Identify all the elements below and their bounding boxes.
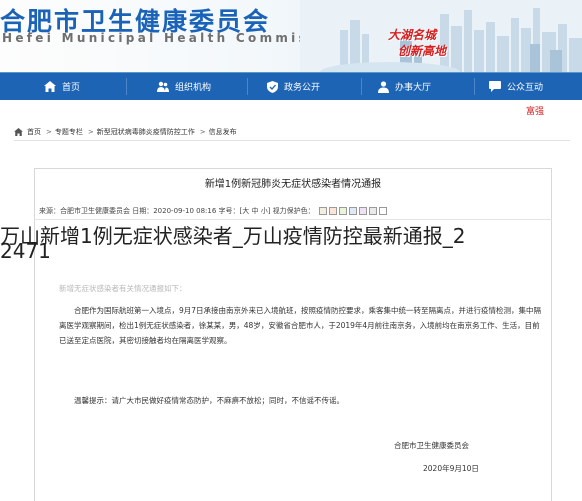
nav-item-public-interaction[interactable]: 公众互动 [489, 73, 543, 100]
color-swatch[interactable] [338, 207, 347, 215]
header-banner: 合肥市卫生健康委员会 Hefei Municipal Health Commis… [0, 0, 582, 72]
signature-organization: 合肥市卫生健康委员会 [394, 441, 469, 450]
breadcrumb-separator: > [87, 128, 94, 136]
overlay-headline: 万山新增1例无症状感染者_万山疫情防控最新通报_2 [0, 224, 466, 248]
signature-date: 2020年9月10日 [423, 464, 479, 473]
breadcrumb: 首页 > 专题专栏 > 新型冠状病毒肺炎疫情防控工作 > 信息发布 [14, 127, 239, 137]
nav-divider [126, 78, 127, 95]
nav-item-organization[interactable]: 组织机构 [157, 73, 211, 100]
breadcrumb-divider [14, 140, 570, 141]
nav-divider [361, 78, 362, 95]
article-title: 新增1例新冠肺炎无症状感染者情况通报 [204, 179, 382, 190]
nav-item-government-affairs[interactable]: 政务公开 [267, 73, 320, 100]
article-paragraph-1: 合肥作为国际航班第一入境点，9月7日承接由南京外来已入境航班，按照疫情防控要求，… [59, 306, 542, 345]
article-intro-faded: 新增无症状感染者有关情况通报如下： [59, 284, 187, 293]
nav-label-government-affairs: 政务公开 [284, 83, 321, 93]
person-icon [378, 80, 389, 93]
slogan-text-1: 大湖名城 [388, 28, 437, 42]
breadcrumb-covid-prevention[interactable]: 新型冠状病毒肺炎疫情防控工作 [97, 127, 195, 137]
main-nav: 首页 组织机构 政务公开 办事大厅 公众互动 [0, 72, 582, 100]
nav-divider [474, 78, 475, 95]
overlay-headline-continued: 2471 [0, 239, 51, 263]
nav-label-service-hall: 办事大厅 [395, 83, 432, 93]
nav-divider [247, 78, 248, 95]
color-swatch[interactable] [328, 207, 337, 215]
breadcrumb-separator: > [199, 128, 206, 136]
nav-label-public-interaction: 公众互动 [507, 83, 544, 93]
article-header-divider [34, 219, 552, 220]
color-swatch[interactable] [348, 207, 357, 215]
nav-label-organization: 组织机构 [175, 83, 212, 93]
nav-label-home: 首页 [62, 83, 81, 93]
nav-item-home[interactable]: 首页 [44, 73, 80, 100]
chat-icon [489, 81, 501, 92]
color-swatch[interactable] [358, 207, 367, 215]
color-swatch[interactable] [318, 207, 327, 215]
article-meta-text: 来源：合肥市卫生健康委员会 日期：2020-09-10 08:16 字号：[大 … [39, 207, 315, 215]
color-swatch[interactable] [368, 207, 377, 215]
breadcrumb-home[interactable]: 首页 [27, 127, 41, 137]
article-meta: 来源：合肥市卫生健康委员会 日期：2020-09-10 08:16 字号：[大 … [39, 206, 387, 216]
breadcrumb-special-topics[interactable]: 专题专栏 [55, 127, 83, 137]
breadcrumb-info-release[interactable]: 信息发布 [209, 127, 237, 137]
shield-icon [267, 80, 278, 93]
site-subtitle: Hefei Municipal Health Commission [2, 31, 351, 45]
people-icon [157, 81, 169, 92]
breadcrumb-separator: > [46, 128, 52, 136]
slogan-text-2: 创新高地 [398, 44, 447, 58]
color-swatch[interactable] [378, 207, 387, 215]
article-paragraph-2: 温馨提示：请广大市民做好疫情常态防护，不麻痹不放松；同时，不信谣不传谣。 [74, 396, 344, 405]
nav-item-service-hall[interactable]: 办事大厅 [378, 73, 431, 100]
city-skyline-image [300, 0, 582, 72]
home-icon [14, 128, 23, 136]
home-icon [44, 81, 56, 92]
font-size-toggle[interactable]: 富强 [526, 104, 544, 117]
eye-protection-color-options [317, 207, 387, 215]
